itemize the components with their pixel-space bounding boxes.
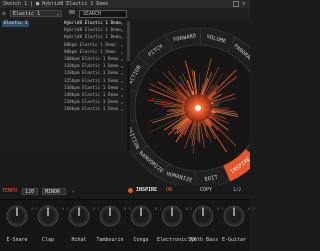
list-item[interactable]: 90bpm Elastic 1 Demo ▸ — [0, 50, 127, 56]
knob-dial-icon — [68, 205, 90, 227]
page-indicator: 1/2 — [233, 187, 241, 194]
maximize-icon[interactable] — [233, 1, 239, 7]
instrument-name: Tambourin — [95, 237, 125, 243]
search-input[interactable]: SEARCH — [79, 10, 127, 18]
list-item[interactable]: 125bpm Elastic 1 Demo▸ — [0, 79, 127, 85]
instrument-knob[interactable] — [37, 205, 59, 227]
result-count: 00 — [69, 10, 75, 17]
instrument-knob[interactable] — [223, 205, 245, 227]
instrument-knob[interactable] — [6, 205, 28, 227]
instrument-name: Conga — [126, 237, 156, 243]
close-icon[interactable]: ✕ — [242, 0, 246, 8]
list-item-title: 160bpm Elastic 1 Demo — [64, 107, 118, 113]
inspire-state[interactable]: ON — [166, 187, 172, 194]
knob-dial-icon — [99, 205, 121, 227]
list-item-title: 125bpm Elastic 1 Demo — [64, 79, 118, 85]
wheel-center-dot — [195, 105, 201, 111]
row-arrow-icon[interactable]: ▸ — [121, 93, 123, 99]
row-arrow-icon[interactable]: ▸ — [121, 43, 123, 49]
list-item-title: Hybrid8 Elastic 1 Demo — [64, 35, 121, 41]
row-arrow-icon[interactable]: ▸ — [121, 57, 123, 63]
knob-value: -0.1 — [246, 207, 254, 211]
list-item-title: 130bpm Elastic 1 Demo — [64, 86, 118, 92]
scale-dropdown[interactable]: MINOR — [42, 188, 66, 195]
knob-dial-icon — [37, 205, 59, 227]
instrument-name: Clap — [33, 237, 63, 243]
inspire-wheel: VOLUMEPANORAMAPITCHDECAYTUNEINSPIREEDITH… — [130, 8, 250, 196]
chevron-down-icon: ▾ — [57, 11, 59, 18]
copy-button[interactable]: COPY — [200, 187, 212, 194]
row-arrow-icon[interactable]: ▸ — [121, 35, 123, 41]
instrument-name: Electronic FX — [157, 237, 187, 243]
list-item-title: 80bpm Elastic 1 Demo — [64, 43, 116, 49]
window-title: Sketch 1 | ■ Hybrid8 Elastic 1 Demo — [3, 0, 108, 8]
instrument-name: E-Snare — [2, 237, 32, 243]
preset-list: Elastic 1Hybrid8 Elastic 1 Demo▸Hybrid8 … — [0, 20, 130, 150]
inspire-indicator-icon — [128, 188, 133, 193]
row-arrow-icon[interactable]: ▸ — [121, 21, 123, 27]
inspire-wheel-graphic: VOLUMEPANORAMAPITCHDECAYTUNEINSPIREEDITH… — [130, 8, 250, 196]
list-item-title: 120bpm Elastic 1 Demo — [64, 71, 118, 77]
list-item-title: 100bpm Elastic 1 Demo — [64, 57, 118, 63]
instrument-knob[interactable] — [192, 205, 214, 227]
instrument-name: Hihat — [64, 237, 94, 243]
list-item[interactable]: 100bpm Elastic 1 Demo▸ — [0, 57, 127, 63]
list-item[interactable]: 160bpm Elastic 1 Demo▸ — [0, 107, 127, 113]
category-dropdown-value: Elastic 1 — [13, 11, 40, 17]
instrument-knob[interactable] — [161, 205, 183, 227]
inspire-label: INSPIRE — [136, 187, 157, 194]
instrument-name: Synth Bass — [188, 237, 218, 243]
control-bar: TEMPO 120 MINOR ▾ INSPIRE ON COPY 1/2 — [0, 185, 250, 199]
row-arrow-icon[interactable]: ▸ — [121, 107, 123, 113]
knob-dial-icon — [161, 205, 183, 227]
list-item[interactable]: 130bpm Elastic 1 Demo▸ — [0, 86, 127, 92]
list-item[interactable]: Hybrid8 Elastic 1 Demo▸ — [0, 35, 127, 41]
instrument-name: E-Guitar — [219, 237, 249, 243]
tempo-field[interactable]: 120 — [22, 188, 38, 195]
instrument-knob[interactable] — [130, 205, 152, 227]
instrument-knob[interactable] — [68, 205, 90, 227]
list-item-title: 150bpm Elastic 1 Demo — [64, 100, 118, 106]
knob-dial-icon — [6, 205, 28, 227]
row-arrow-icon[interactable]: ▸ — [121, 86, 123, 92]
list-item[interactable]: Hybrid8 Elastic 1 Demo▸ — [0, 28, 127, 34]
row-arrow-icon[interactable]: ▸ — [121, 64, 123, 70]
scale-value: MINOR — [45, 189, 60, 195]
row-arrow-icon[interactable]: ▸ — [121, 28, 123, 34]
knob-dial-icon — [192, 205, 214, 227]
tempo-label: TEMPO — [2, 188, 17, 195]
list-item[interactable]: Elastic 1 Hybrid8 Elastic 1 Demo▸ — [0, 21, 127, 27]
row-arrow-icon[interactable]: ▸ — [121, 79, 123, 85]
search-placeholder: SEARCH — [83, 11, 101, 17]
row-arrow-icon[interactable]: ▸ — [121, 100, 123, 106]
list-item-title: 140bpm Elastic 1 Demo — [64, 93, 118, 99]
knob-dial-icon — [223, 205, 245, 227]
list-item[interactable]: 110bpm Elastic 1 Demo▸ — [0, 64, 127, 70]
list-item-title: Hybrid8 Elastic 1 Demo — [64, 21, 121, 27]
list-item[interactable]: 150bpm Elastic 1 Demo▸ — [0, 100, 127, 106]
list-item[interactable]: 80bpm Elastic 1 Demo ▸ — [0, 43, 127, 49]
instrument-knob[interactable] — [99, 205, 121, 227]
list-item-title: 90bpm Elastic 1 Demo — [64, 50, 116, 56]
list-item[interactable]: 120bpm Elastic 1 Demo▸ — [0, 71, 127, 77]
list-item[interactable]: 140bpm Elastic 1 Demo▸ — [0, 93, 127, 99]
menu-icon[interactable]: ≡ — [2, 10, 6, 17]
row-arrow-icon[interactable]: ▸ — [121, 71, 123, 77]
tempo-value: 120 — [25, 189, 34, 195]
list-item-title: Hybrid8 Elastic 1 Demo — [64, 28, 121, 34]
category-dropdown[interactable]: Elastic 1 ▾ — [10, 10, 62, 17]
knob-dial-icon — [130, 205, 152, 227]
chevron-down-icon[interactable]: ▾ — [72, 189, 74, 194]
list-item-category: Elastic 1 — [2, 21, 29, 27]
list-item-title: 110bpm Elastic 1 Demo — [64, 64, 118, 70]
row-arrow-icon[interactable]: ▸ — [121, 50, 123, 56]
